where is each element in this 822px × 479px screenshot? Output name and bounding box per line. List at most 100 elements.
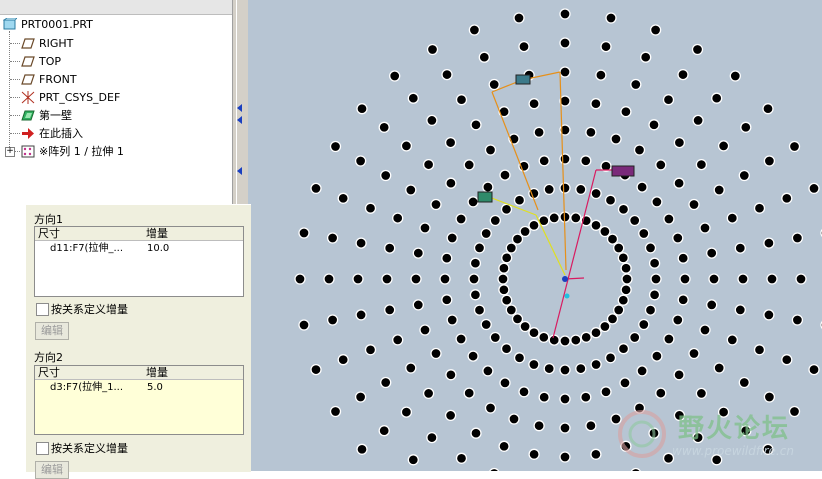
pattern-hole[interactable] bbox=[405, 184, 417, 196]
pattern-hole[interactable] bbox=[590, 327, 602, 339]
increment-cell[interactable]: 5.0 bbox=[147, 380, 163, 396]
pattern-hole[interactable] bbox=[673, 177, 685, 189]
pattern-hole[interactable] bbox=[734, 304, 746, 316]
pattern-hole[interactable] bbox=[337, 354, 349, 366]
pattern-hole[interactable] bbox=[672, 314, 684, 326]
pattern-hole[interactable] bbox=[605, 12, 617, 24]
pattern-hole[interactable] bbox=[677, 252, 689, 264]
pattern-hole[interactable] bbox=[708, 273, 720, 285]
pattern-hole[interactable] bbox=[606, 233, 619, 245]
pattern-hole[interactable] bbox=[663, 333, 675, 345]
pattern-hole[interactable] bbox=[648, 289, 661, 301]
pattern-hole[interactable] bbox=[455, 452, 468, 464]
pattern-hole[interactable] bbox=[480, 318, 492, 331]
pattern-hole[interactable] bbox=[445, 369, 457, 381]
pattern-hole[interactable] bbox=[422, 387, 435, 400]
pattern-hole[interactable] bbox=[528, 358, 540, 371]
dimension-cell[interactable]: d11:F7(拉伸_... bbox=[50, 241, 123, 257]
pattern-hole[interactable] bbox=[644, 304, 657, 316]
direction-vector-line[interactable] bbox=[535, 214, 566, 276]
pattern-hole[interactable] bbox=[713, 362, 725, 374]
pattern-hole[interactable] bbox=[699, 222, 711, 234]
pattern-hole[interactable] bbox=[505, 242, 517, 254]
pattern-hole[interactable] bbox=[528, 219, 540, 231]
increment-cell[interactable]: 10.0 bbox=[147, 241, 169, 257]
pattern-hole[interactable] bbox=[508, 413, 520, 425]
pattern-hole[interactable] bbox=[763, 155, 776, 167]
pattern-hole[interactable] bbox=[636, 181, 648, 193]
pattern-hole[interactable] bbox=[533, 420, 545, 432]
pattern-hole[interactable] bbox=[478, 51, 490, 63]
pattern-hole[interactable] bbox=[329, 140, 342, 153]
pattern-hole[interactable] bbox=[679, 273, 691, 285]
pattern-hole[interactable] bbox=[673, 136, 686, 149]
pattern-hole[interactable] bbox=[499, 377, 511, 389]
pattern-hole[interactable] bbox=[364, 202, 377, 214]
drag-handle-icon[interactable] bbox=[515, 74, 531, 85]
pattern-hole[interactable] bbox=[407, 454, 419, 466]
pattern-hole[interactable] bbox=[590, 219, 602, 231]
pattern-hole[interactable] bbox=[444, 409, 457, 422]
pattern-hole[interactable] bbox=[439, 273, 451, 285]
pattern-hole[interactable] bbox=[538, 391, 550, 403]
pattern-hole[interactable] bbox=[692, 114, 704, 127]
pattern-hole[interactable] bbox=[688, 347, 700, 360]
pattern-hole[interactable] bbox=[354, 391, 367, 403]
pattern-hole[interactable] bbox=[613, 304, 625, 316]
pattern-hole[interactable] bbox=[294, 273, 306, 285]
pattern-hole[interactable] bbox=[426, 431, 438, 444]
pattern-hole[interactable] bbox=[706, 299, 718, 311]
pattern-hole[interactable] bbox=[323, 273, 335, 285]
pattern-hole[interactable] bbox=[380, 169, 392, 182]
dimension-cell[interactable]: d3:F7(拉伸_1... bbox=[50, 380, 123, 396]
pattern-hole[interactable] bbox=[663, 213, 675, 225]
pattern-hole[interactable] bbox=[528, 98, 540, 110]
pattern-hole[interactable] bbox=[585, 126, 597, 138]
collapse-arrow-icon[interactable] bbox=[237, 116, 242, 124]
pattern-hole[interactable] bbox=[445, 177, 457, 189]
pattern-hole[interactable] bbox=[400, 140, 413, 152]
pattern-hole[interactable] bbox=[559, 37, 571, 49]
pattern-hole[interactable] bbox=[497, 273, 509, 285]
pattern-hole[interactable] bbox=[695, 387, 708, 400]
pattern-hole[interactable] bbox=[570, 334, 582, 346]
pattern-hole[interactable] bbox=[610, 133, 622, 145]
graphics-viewport[interactable] bbox=[248, 0, 822, 471]
pattern-hole[interactable] bbox=[795, 273, 807, 285]
pattern-hole[interactable] bbox=[426, 114, 438, 127]
pattern-hole[interactable] bbox=[788, 140, 801, 153]
pattern-hole[interactable] bbox=[688, 198, 700, 211]
anchor-point[interactable] bbox=[564, 293, 570, 299]
pattern-hole[interactable] bbox=[620, 262, 632, 274]
pattern-hole[interactable] bbox=[738, 169, 750, 182]
pattern-hole[interactable] bbox=[463, 387, 475, 399]
pattern-hole[interactable] bbox=[356, 443, 368, 455]
pattern-hole[interactable] bbox=[595, 69, 607, 81]
pattern-hole[interactable] bbox=[585, 420, 597, 432]
pattern-hole[interactable] bbox=[470, 119, 482, 131]
pattern-hole[interactable] bbox=[538, 155, 550, 167]
pattern-hole[interactable] bbox=[706, 247, 718, 259]
pattern-hole[interactable] bbox=[430, 198, 442, 211]
pattern-hole[interactable] bbox=[310, 182, 322, 195]
pattern-hole[interactable] bbox=[599, 225, 611, 238]
pattern-hole[interactable] bbox=[638, 227, 650, 240]
pattern-hole[interactable] bbox=[580, 331, 592, 343]
pattern-hole[interactable] bbox=[412, 247, 424, 259]
pattern-hole[interactable] bbox=[559, 393, 571, 405]
expand-toggle[interactable]: + bbox=[5, 147, 15, 157]
relation-increment-checkbox-2[interactable] bbox=[36, 442, 49, 455]
pattern-hole[interactable] bbox=[737, 273, 749, 285]
pattern-hole[interactable] bbox=[482, 181, 494, 193]
pattern-hole[interactable] bbox=[468, 24, 481, 36]
pattern-hole[interactable] bbox=[695, 158, 708, 171]
pattern-hole[interactable] bbox=[762, 103, 774, 115]
pattern-hole[interactable] bbox=[590, 448, 602, 460]
pattern-hole[interactable] bbox=[467, 350, 479, 362]
pattern-hole[interactable] bbox=[604, 352, 617, 364]
pattern-hole[interactable] bbox=[405, 362, 417, 374]
pattern-hole[interactable] bbox=[629, 331, 641, 344]
pattern-hole[interactable] bbox=[617, 252, 629, 264]
pattern-hole[interactable] bbox=[500, 203, 513, 215]
pattern-hole[interactable] bbox=[729, 70, 741, 82]
